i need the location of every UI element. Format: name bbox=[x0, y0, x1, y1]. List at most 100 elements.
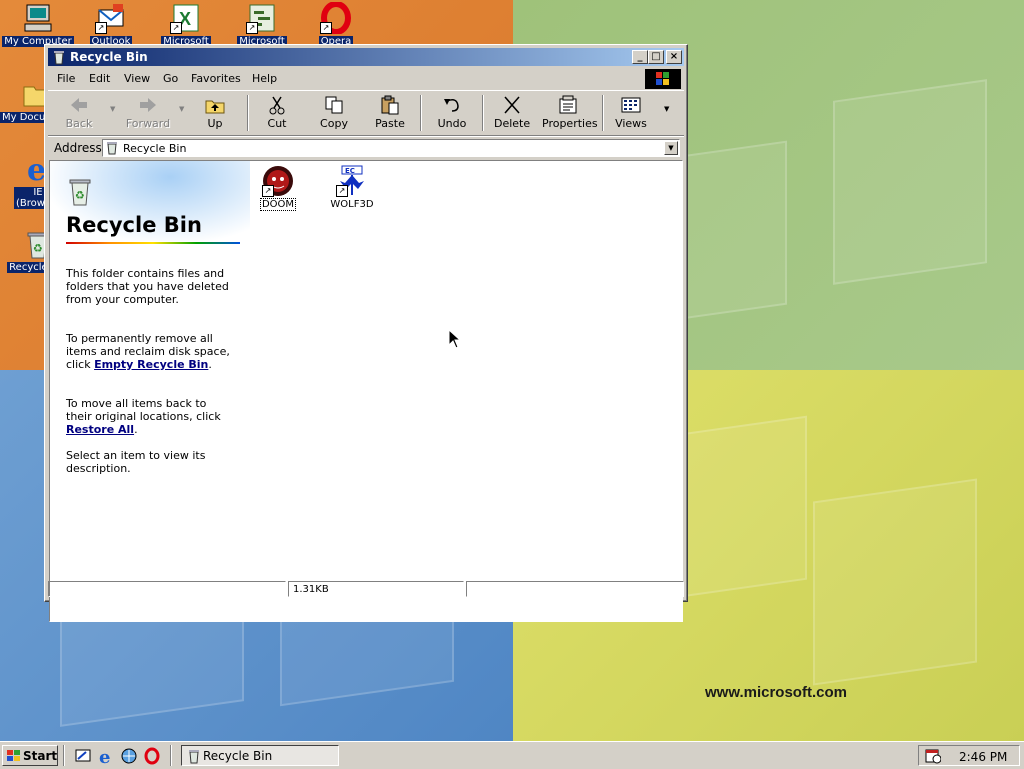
menu-favorites[interactable]: Favorites bbox=[191, 72, 241, 85]
properties-button[interactable]: Properties bbox=[542, 95, 598, 133]
forward-arrow-icon bbox=[137, 95, 159, 115]
paste-icon bbox=[379, 95, 401, 115]
up-folder-icon bbox=[204, 95, 226, 115]
menu-bar: File Edit View Go Favorites Help bbox=[48, 68, 684, 89]
back-arrow-icon bbox=[68, 95, 90, 115]
up-button[interactable]: Up bbox=[198, 95, 232, 133]
back-dropdown-caret[interactable]: ▼ bbox=[110, 105, 115, 113]
copy-button[interactable]: Copy bbox=[316, 95, 352, 133]
minimize-button[interactable]: _ bbox=[632, 50, 648, 64]
webview-title: Recycle Bin bbox=[66, 213, 202, 237]
start-label: Start bbox=[23, 749, 58, 763]
delete-x-icon bbox=[501, 95, 523, 115]
file-item-doom[interactable]: ↗ DOOM bbox=[246, 165, 310, 211]
svg-text:♻: ♻ bbox=[75, 189, 85, 202]
desktop-icon-project[interactable]: ↗ Microsoft bbox=[224, 2, 300, 47]
taskbar-clock[interactable]: 2:46 PM bbox=[959, 750, 1007, 764]
maximize-button[interactable]: □ bbox=[648, 50, 664, 64]
toolbar-separator bbox=[420, 95, 422, 131]
taskbar-divider bbox=[63, 745, 65, 766]
project-icon: ↗ bbox=[246, 2, 278, 34]
undo-arrow-icon bbox=[441, 95, 463, 115]
menu-file[interactable]: File bbox=[57, 72, 75, 85]
properties-icon bbox=[557, 95, 579, 115]
svg-text:♻: ♻ bbox=[33, 242, 43, 255]
address-bar: Address Recycle Bin ▼ bbox=[48, 136, 684, 159]
scheduler-icon[interactable] bbox=[925, 748, 942, 764]
desktop-icon-opera[interactable]: ↗ Opera bbox=[298, 1, 374, 47]
webview-select-hint: Select an item to view its description. bbox=[66, 449, 206, 475]
recycle-bin-icon bbox=[186, 748, 202, 764]
restore-all-link[interactable]: Restore All bbox=[66, 423, 134, 436]
minimize-icon: _ bbox=[637, 51, 643, 62]
forward-button[interactable]: Forward bbox=[124, 95, 172, 133]
status-cell-info bbox=[48, 581, 286, 597]
recycle-bin-window[interactable]: Recycle Bin _ □ × File Edit View Go Favo… bbox=[44, 44, 688, 622]
empty-recycle-bin-link[interactable]: Empty Recycle Bin bbox=[94, 358, 208, 371]
outlook-icon: ↗ bbox=[95, 2, 127, 34]
channels-icon bbox=[120, 748, 138, 768]
views-dropdown-caret[interactable]: ▼ bbox=[664, 105, 669, 113]
webview-restore-text: To move all items back to their original… bbox=[66, 397, 221, 436]
quicklaunch-ie[interactable]: e bbox=[97, 747, 115, 768]
recycle-bin-large-icon: ♻ bbox=[64, 175, 96, 207]
menu-view[interactable]: View bbox=[124, 72, 150, 85]
undo-button[interactable]: Undo bbox=[436, 95, 468, 133]
desktop-icon-my-computer[interactable]: My Computer bbox=[0, 2, 76, 47]
recycle-bin-icon bbox=[105, 141, 119, 155]
opera-icon bbox=[143, 747, 161, 768]
address-value: Recycle Bin bbox=[123, 142, 187, 155]
quicklaunch-opera[interactable] bbox=[143, 747, 161, 765]
wolf3d-icon: EC ↗ bbox=[336, 165, 368, 197]
start-button[interactable]: Start bbox=[2, 745, 58, 766]
menu-help[interactable]: Help bbox=[252, 72, 277, 85]
show-desktop-icon bbox=[74, 749, 92, 768]
svg-text:e: e bbox=[99, 747, 110, 765]
window-titlebar[interactable]: Recycle Bin _ □ × bbox=[48, 48, 684, 66]
wallpaper-url-text: www.microsoft.com bbox=[705, 684, 847, 701]
file-item-wolf3d[interactable]: EC ↗ WOLF3D bbox=[320, 165, 384, 210]
taskbar: Start e Recycle Bin 2:46 PM bbox=[0, 741, 1024, 769]
desktop-icon-outlook[interactable]: ↗ Outlook bbox=[73, 2, 149, 47]
views-button[interactable]: Views bbox=[614, 95, 648, 133]
paste-button[interactable]: Paste bbox=[372, 95, 408, 133]
taskbar-button-recycle-bin[interactable]: Recycle Bin bbox=[181, 745, 339, 766]
doom-icon: ↗ bbox=[262, 165, 294, 197]
system-tray: 2:46 PM bbox=[918, 745, 1020, 766]
taskbar-button-label: Recycle Bin bbox=[203, 749, 273, 763]
delete-button[interactable]: Delete bbox=[494, 95, 530, 133]
webview-rainbow-rule bbox=[66, 242, 240, 244]
desktop-icon-excel[interactable]: X ↗ Microsoft bbox=[148, 2, 224, 47]
menu-go[interactable]: Go bbox=[163, 72, 178, 85]
excel-icon: X ↗ bbox=[170, 2, 202, 34]
computer-icon bbox=[22, 2, 54, 34]
back-button[interactable]: Back bbox=[58, 95, 100, 133]
copy-icon bbox=[323, 95, 345, 115]
address-field[interactable]: Recycle Bin ▼ bbox=[102, 139, 680, 157]
webview-empty-text: To permanently remove all items and recl… bbox=[66, 332, 230, 371]
mouse-pointer-icon bbox=[448, 328, 462, 349]
windows-logo-icon bbox=[645, 69, 681, 89]
menu-edit[interactable]: Edit bbox=[89, 72, 110, 85]
close-button[interactable]: × bbox=[666, 50, 682, 64]
status-cell-size: 1.31KB bbox=[288, 581, 464, 597]
toolbar-separator bbox=[247, 95, 249, 131]
address-label: Address bbox=[54, 141, 102, 155]
status-cell-zone bbox=[466, 581, 684, 597]
quicklaunch-show-desktop[interactable] bbox=[74, 747, 92, 765]
forward-dropdown-caret[interactable]: ▼ bbox=[179, 105, 184, 113]
opera-icon: ↗ bbox=[320, 1, 352, 35]
webview-description: This folder contains files and folders t… bbox=[66, 267, 229, 306]
svg-text:EC: EC bbox=[345, 167, 355, 175]
folder-content-area[interactable]: ♻ Recycle Bin This folder contains files… bbox=[49, 160, 683, 622]
windows-logo-icon bbox=[6, 749, 22, 763]
quicklaunch-channels[interactable] bbox=[120, 747, 138, 765]
close-icon: × bbox=[669, 51, 679, 62]
internet-explorer-icon: e bbox=[97, 747, 115, 768]
chevron-down-icon: ▼ bbox=[668, 144, 674, 152]
cut-button[interactable]: Cut bbox=[260, 95, 294, 133]
address-dropdown-button[interactable]: ▼ bbox=[664, 141, 678, 155]
file-label: WOLF3D bbox=[330, 199, 374, 210]
window-title: Recycle Bin bbox=[70, 50, 148, 64]
standard-toolbar: Back ▼ Forward ▼ Up Cut Copy Paste Undo bbox=[48, 90, 684, 136]
